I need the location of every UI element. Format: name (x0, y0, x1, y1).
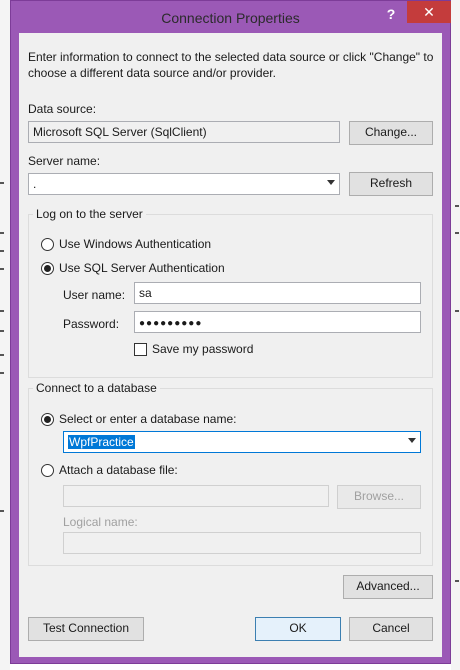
logon-group-label: Log on to the server (33, 207, 146, 221)
save-password-label[interactable]: Save my password (152, 342, 253, 356)
windows-auth-radio[interactable] (41, 238, 54, 251)
chevron-down-icon[interactable] (408, 438, 416, 443)
intro-text-line2: choose a different data source and/or pr… (28, 66, 276, 80)
help-button[interactable]: ? (383, 5, 399, 23)
browse-button: Browse... (337, 485, 421, 509)
select-database-label[interactable]: Select or enter a database name: (59, 412, 236, 426)
password-value: ●●●●●●●●● (139, 318, 203, 329)
database-group-label: Connect to a database (33, 381, 160, 395)
password-label: Password: (63, 317, 120, 331)
password-input[interactable]: ●●●●●●●●● (134, 311, 421, 333)
username-label: User name: (63, 288, 126, 302)
server-name-value: . (33, 177, 37, 191)
sql-auth-label[interactable]: Use SQL Server Authentication (59, 261, 225, 275)
advanced-button[interactable]: Advanced... (343, 575, 433, 599)
title-bar[interactable]: Connection Properties ? ✕ (11, 1, 451, 33)
chevron-down-icon[interactable] (327, 180, 335, 185)
username-value: sa (139, 286, 152, 300)
close-button[interactable]: ✕ (407, 1, 451, 23)
windows-auth-label[interactable]: Use Windows Authentication (59, 237, 211, 251)
refresh-button[interactable]: Refresh (349, 172, 433, 196)
cancel-button[interactable]: Cancel (349, 617, 433, 641)
data-source-label: Data source: (28, 102, 97, 116)
logical-name-input (63, 532, 421, 554)
attach-file-radio[interactable] (41, 464, 54, 477)
select-database-radio[interactable] (41, 413, 54, 426)
dialog-content: Enter information to connect to the sele… (19, 33, 442, 657)
connection-properties-dialog: Connection Properties ? ✕ Enter informat… (10, 0, 451, 664)
attach-file-input (63, 485, 329, 507)
background-window-right (451, 0, 460, 670)
attach-file-label[interactable]: Attach a database file: (59, 463, 178, 477)
data-source-value: Microsoft SQL Server (SqlClient) (33, 125, 207, 139)
change-button[interactable]: Change... (349, 121, 433, 145)
ok-button[interactable]: OK (255, 617, 341, 641)
sql-auth-radio[interactable] (41, 262, 54, 275)
test-connection-button[interactable]: Test Connection (28, 617, 144, 641)
save-password-checkbox[interactable] (134, 343, 147, 356)
data-source-field: Microsoft SQL Server (SqlClient) (28, 121, 340, 143)
database-name-combobox[interactable]: WpfPractice (63, 431, 421, 453)
close-icon: ✕ (423, 4, 435, 20)
intro-text-line1: Enter information to connect to the sele… (28, 50, 434, 64)
database-name-value: WpfPractice (68, 435, 135, 449)
server-name-label: Server name: (28, 154, 101, 168)
logical-name-label: Logical name: (63, 515, 138, 529)
username-input[interactable]: sa (134, 282, 421, 304)
help-icon: ? (386, 6, 396, 22)
background-window-left (0, 0, 10, 670)
server-name-combobox[interactable]: . (28, 173, 340, 195)
